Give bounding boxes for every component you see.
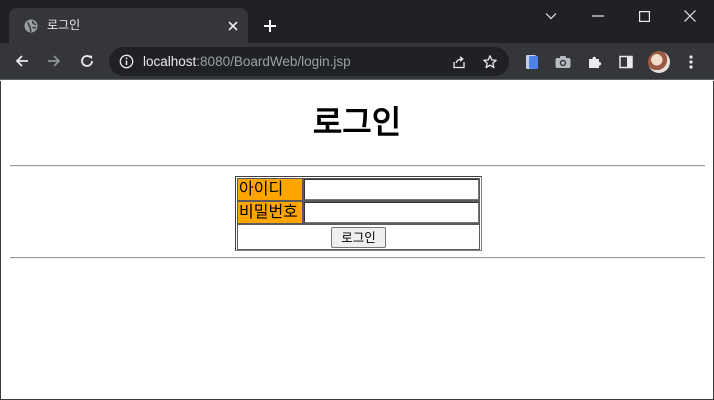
plus-icon[interactable] [259, 15, 281, 37]
password-label: 비밀번호 [237, 201, 303, 224]
login-form: 아이디 비밀번호 로그인 [235, 176, 482, 251]
divider-bottom [10, 257, 705, 259]
browser-title-bar: 로그인 [0, 0, 714, 43]
browser-toolbar: localhost:8080/BoardWeb/login.jsp [0, 43, 714, 80]
camera-extension-icon[interactable] [553, 52, 573, 72]
document-extension-icon[interactable] [522, 52, 542, 72]
address-bar[interactable]: localhost:8080/BoardWeb/login.jsp [109, 47, 509, 76]
chevron-down-icon[interactable] [528, 0, 574, 32]
password-cell [303, 201, 480, 224]
side-panel-icon[interactable] [616, 52, 636, 72]
page-viewport: 로그인 아이디 비밀번호 로그인 [0, 81, 714, 400]
star-icon[interactable] [481, 53, 498, 70]
avatar[interactable] [648, 51, 670, 73]
url-text: localhost:8080/BoardWeb/login.jsp [143, 53, 351, 70]
close-icon[interactable] [224, 17, 242, 35]
back-arrow-icon[interactable] [9, 48, 35, 74]
globe-icon [23, 18, 39, 34]
divider-top [10, 165, 705, 167]
id-label: 아이디 [237, 178, 303, 201]
browser-tab[interactable]: 로그인 [9, 8, 248, 43]
url-host: localhost [143, 54, 197, 69]
submit-cell: 로그인 [237, 224, 480, 250]
share-icon[interactable] [450, 53, 467, 70]
maximize-icon[interactable] [621, 0, 667, 32]
kebab-menu-icon[interactable] [681, 52, 701, 72]
close-window-icon[interactable] [667, 0, 713, 32]
login-button[interactable]: 로그인 [331, 227, 386, 248]
info-icon[interactable] [118, 53, 135, 70]
reload-icon[interactable] [74, 48, 100, 74]
id-input[interactable] [304, 179, 479, 200]
forward-arrow-icon[interactable] [41, 48, 67, 74]
puzzle-icon[interactable] [585, 52, 605, 72]
page-title: 로그인 [312, 103, 402, 141]
url-path: :8080/BoardWeb/login.jsp [196, 54, 351, 69]
tab-title: 로그인 [47, 18, 81, 32]
minimize-icon[interactable] [575, 0, 621, 32]
password-input[interactable] [304, 202, 479, 223]
id-cell [303, 178, 480, 201]
